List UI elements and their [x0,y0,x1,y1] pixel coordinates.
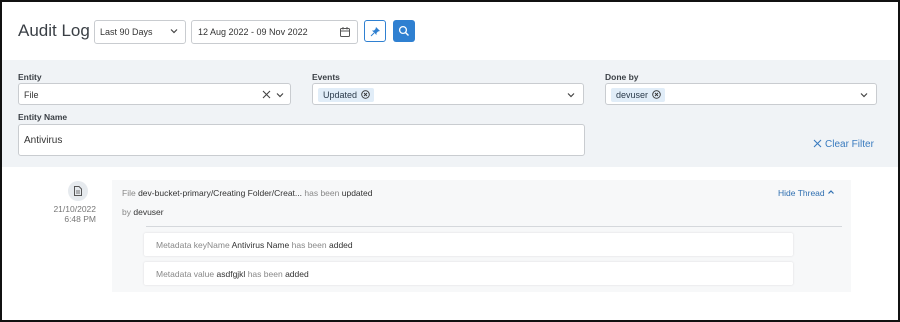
entity-name-value: Antivirus [24,135,63,146]
page-title: Audit Log [18,21,90,40]
thread-item-action: added [328,240,353,250]
close-icon [813,139,822,148]
thread-item-prefix: Metadata value [156,269,215,279]
log-has-been: has been [304,188,340,198]
pin-button[interactable] [364,20,386,42]
log-action: updated [341,188,373,198]
close-icon[interactable] [652,90,661,99]
close-icon[interactable] [361,90,370,99]
calendar-icon[interactable] [339,26,351,38]
app-window: Audit Log Last 90 Days 12 Aug 2022 - 09 … [0,0,900,322]
period-select[interactable]: Last 90 Days [94,20,186,44]
thread-item-value: Antivirus Name [231,240,290,250]
chevron-down-icon[interactable] [275,90,285,100]
done-by-select[interactable]: devuser [605,83,877,105]
entity-name-input[interactable]: Antivirus [18,124,585,156]
thread-item: Metadata keyName Antivirus Name has been… [144,233,793,256]
thread-item-has-been: has been [247,269,283,279]
chevron-down-icon[interactable] [566,90,576,100]
thread-item-has-been: has been [291,240,327,250]
filter-panel: Entity File Events Updated Done by devus… [2,60,898,167]
entity-select[interactable]: File [18,83,291,105]
done-by-chip-label: devuser [616,90,649,100]
entity-select-value: File [24,90,39,100]
hide-thread-button[interactable]: Hide Thread [778,188,835,198]
log-summary: File dev-bucket-primary/Creating Folder/… [122,188,372,198]
thread-item-prefix: Metadata keyName [156,240,230,250]
date-range-value: 12 Aug 2022 - 09 Nov 2022 [198,27,308,37]
events-select[interactable]: Updated [312,83,584,105]
log-timestamp: 21/10/2022 6:48 PM [42,204,96,224]
search-button[interactable] [393,20,415,42]
log-date: 21/10/2022 [53,204,96,214]
document-icon [68,181,88,201]
chevron-down-icon [170,29,178,34]
log-entity-path[interactable]: dev-bucket-primary/Creating Folder/Creat… [138,188,302,198]
period-select-value: Last 90 Days [100,27,153,37]
log-by-label: by [122,207,131,217]
date-range-input[interactable]: 12 Aug 2022 - 09 Nov 2022 [191,20,358,44]
chevron-up-icon [828,190,834,194]
thread-item-value: asdfgjkl [216,269,246,279]
log-time: 6:48 PM [64,214,96,224]
header: Audit Log Last 90 Days 12 Aug 2022 - 09 … [2,2,898,60]
pin-icon [370,27,380,37]
events-chip-label: Updated [323,90,358,100]
entity-label: Entity [18,72,42,82]
search-icon [398,25,409,36]
close-icon[interactable] [262,90,271,99]
log-entity-type: File [122,188,136,198]
entity-name-label: Entity Name [18,112,68,122]
done-by-chip: devuser [611,88,666,102]
events-chip: Updated [318,88,375,102]
done-by-label: Done by [605,72,639,82]
thread-divider [146,226,842,227]
clear-filter-label: Clear Filter [825,139,874,150]
thread-item: Metadata value asdfgjkl has been added [144,262,793,285]
hide-thread-label: Hide Thread [778,188,825,198]
chevron-down-icon[interactable] [859,90,869,100]
log-actor: by devuser [122,207,164,217]
log-entry-card: File dev-bucket-primary/Creating Folder/… [112,180,851,292]
events-label: Events [312,72,340,82]
thread-item-action: added [285,269,309,279]
log-user: devuser [133,207,164,217]
clear-filter-button[interactable]: Clear Filter [813,139,874,150]
